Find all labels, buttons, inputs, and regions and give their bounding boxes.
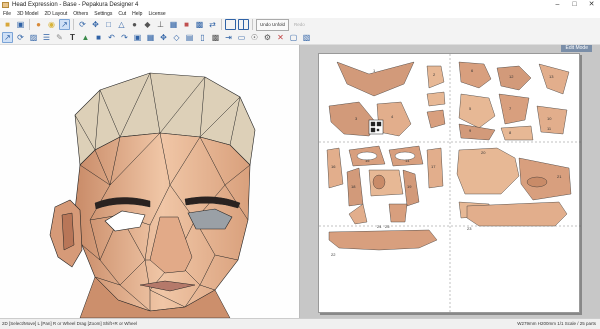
fit-icon[interactable]: ▣ bbox=[132, 32, 143, 43]
edge-icon[interactable]: △ bbox=[116, 19, 127, 30]
close-icon[interactable]: ✕ bbox=[583, 0, 600, 10]
axis-icon[interactable]: ⊥ bbox=[155, 19, 166, 30]
split-view-icon[interactable] bbox=[238, 19, 249, 30]
title-bar: Head Expression - Base - Pepakura Design… bbox=[0, 0, 600, 10]
paint-icon[interactable]: ■ bbox=[181, 19, 192, 30]
select-arrow-icon[interactable]: ↗ bbox=[2, 32, 13, 43]
zoom-icon[interactable]: ☉ bbox=[249, 32, 260, 43]
window-controls: – □ ✕ bbox=[549, 0, 600, 10]
part-number: 13 bbox=[549, 74, 554, 79]
texture-icon[interactable]: ▩ bbox=[194, 19, 205, 30]
bulb-icon[interactable]: ◉ bbox=[46, 19, 57, 30]
toolbar-separator bbox=[29, 19, 30, 30]
sphere-icon[interactable]: ● bbox=[129, 19, 140, 30]
part-number: 25 bbox=[385, 224, 390, 229]
cube-icon[interactable]: □ bbox=[103, 19, 114, 30]
unfolded-parts[interactable]: 1 2 3 4 5 6 7 8 9 10 11 12 13 14 15 16 1… bbox=[319, 54, 581, 314]
status-bar: 2D [Select/Move] L [Pan] R or Wheel Drag… bbox=[0, 318, 600, 329]
rotate-right-icon[interactable]: ↷ bbox=[119, 32, 130, 43]
3d-head-model[interactable] bbox=[0, 45, 300, 318]
single-view-icon[interactable] bbox=[225, 19, 236, 30]
3d-view[interactable] bbox=[0, 45, 300, 318]
maximize-icon[interactable]: □ bbox=[566, 0, 583, 10]
part-number: 23 bbox=[467, 226, 472, 231]
fold-icon[interactable]: ◇ bbox=[171, 32, 182, 43]
part-number: 14 bbox=[405, 158, 410, 163]
paper-sheet: 1 2 3 4 5 6 7 8 9 10 11 12 13 14 15 16 1… bbox=[318, 53, 581, 314]
undo-button[interactable]: Undo Unfold bbox=[256, 18, 290, 31]
edit-icon[interactable]: ✎ bbox=[54, 32, 65, 43]
part-number: 24 bbox=[377, 224, 382, 229]
page-setup-icon[interactable]: ▭ bbox=[236, 32, 247, 43]
rotate-left-icon[interactable]: ↶ bbox=[106, 32, 117, 43]
rotate-part-icon[interactable]: ⟳ bbox=[15, 32, 26, 43]
rotate-icon[interactable]: ⟳ bbox=[77, 19, 88, 30]
edit-mode-label: Edit Mode bbox=[561, 45, 592, 52]
move-parts-icon[interactable]: ✥ bbox=[158, 32, 169, 43]
part-number: 19 bbox=[407, 184, 412, 189]
clear-icon[interactable]: ✕ bbox=[275, 32, 286, 43]
toolbar-separator bbox=[252, 19, 253, 30]
menu-help[interactable]: Help bbox=[129, 10, 145, 18]
snap-icon[interactable]: ▦ bbox=[145, 32, 156, 43]
layer-icon[interactable]: ▤ bbox=[184, 32, 195, 43]
image-icon[interactable]: ▲ bbox=[80, 32, 91, 43]
menu-2d-layout[interactable]: 2D Layout bbox=[41, 10, 70, 18]
app-icon bbox=[2, 2, 9, 8]
print-icon[interactable]: ▩ bbox=[210, 32, 221, 43]
toolbar-separator bbox=[221, 19, 222, 30]
cube-3d-icon[interactable]: ■ bbox=[93, 32, 104, 43]
part-number: 16 bbox=[331, 164, 336, 169]
part-number: 21 bbox=[557, 174, 562, 179]
menu-file[interactable]: File bbox=[0, 10, 14, 18]
menu-cut[interactable]: Cut bbox=[115, 10, 129, 18]
menu-bar: File 3D Model 2D Layout Others Settings … bbox=[0, 10, 600, 18]
page-icon[interactable]: ▯ bbox=[197, 32, 208, 43]
part-number: 12 bbox=[509, 74, 514, 79]
folder-open-icon[interactable]: ■ bbox=[2, 19, 13, 30]
menu-others[interactable]: Others bbox=[70, 10, 91, 18]
shape-icon[interactable]: ◆ bbox=[142, 19, 153, 30]
color-icon[interactable]: ● bbox=[33, 19, 44, 30]
menu-settings[interactable]: Settings bbox=[91, 10, 115, 18]
move-icon[interactable]: ✥ bbox=[90, 19, 101, 30]
export-icon[interactable]: ⇥ bbox=[223, 32, 234, 43]
part-number: 10 bbox=[547, 116, 552, 121]
text-icon[interactable]: T bbox=[67, 32, 78, 43]
mirror-icon[interactable]: ⇄ bbox=[207, 19, 218, 30]
menu-3d-model[interactable]: 3D Model bbox=[14, 10, 41, 18]
toggle-icon[interactable]: ▧ bbox=[301, 32, 312, 43]
main-toolbar: ■ ▣ ● ◉ ↗ ⟳ ✥ □ △ ● ◆ ⊥ ▦ ■ ▩ ⇄ Undo Unf… bbox=[0, 18, 600, 32]
grid-icon[interactable]: ▦ bbox=[168, 19, 179, 30]
part-number: 22 bbox=[331, 252, 336, 257]
view-icon[interactable]: ▢ bbox=[288, 32, 299, 43]
part-number: 17 bbox=[431, 164, 436, 169]
part-number: 18 bbox=[351, 184, 356, 189]
menu-license[interactable]: License bbox=[145, 10, 168, 18]
window-title: Head Expression - Base - Pepakura Design… bbox=[12, 2, 139, 8]
settings-icon[interactable]: ⚙ bbox=[262, 32, 273, 43]
part-number: 15 bbox=[365, 158, 370, 163]
minimize-icon[interactable]: – bbox=[549, 0, 566, 10]
redo-button[interactable]: Redo bbox=[291, 20, 308, 30]
part-number: 20 bbox=[481, 150, 486, 155]
join-icon[interactable]: ▨ bbox=[28, 32, 39, 43]
align-icon[interactable]: ☰ bbox=[41, 32, 52, 43]
2d-layout-view[interactable]: Edit Mode 1 2 3 4 5 6 7 8 9 10 11 12 13 … bbox=[300, 45, 600, 318]
toolbar-separator bbox=[73, 19, 74, 30]
secondary-toolbar: ↗ ⟳ ▨ ☰ ✎ T ▲ ■ ↶ ↷ ▣ ▦ ✥ ◇ ▤ ▯ ▩ ⇥ ▭ ☉ … bbox=[0, 31, 600, 45]
save-icon[interactable]: ▣ bbox=[15, 19, 26, 30]
select-icon[interactable]: ↗ bbox=[59, 19, 70, 30]
